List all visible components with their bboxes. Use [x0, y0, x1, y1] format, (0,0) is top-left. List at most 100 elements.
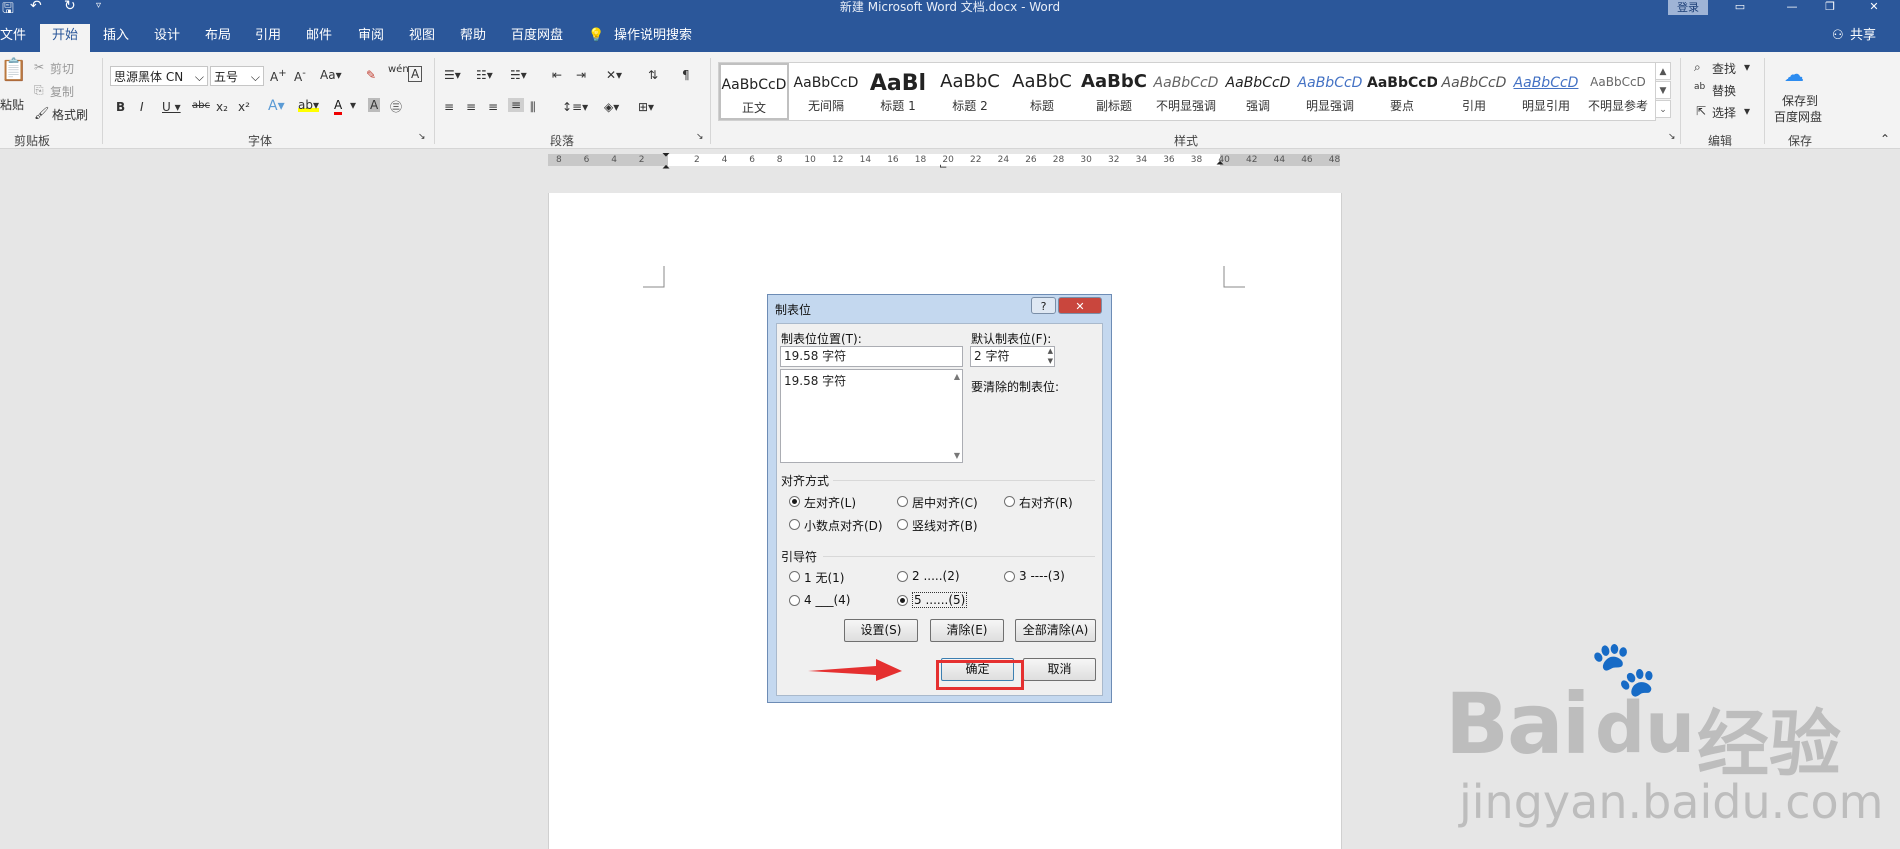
clear-button[interactable]: 清除(E)	[930, 619, 1004, 642]
leader-middle-dots-label[interactable]: 5 ......(5)	[912, 592, 968, 608]
numbering-icon[interactable]: ☷▾	[476, 68, 493, 82]
superscript-icon[interactable]: x²	[238, 100, 250, 114]
gallery-more-icon[interactable]: ⌄	[1655, 100, 1671, 118]
style-quote[interactable]: AaBbCcD 引用	[1439, 63, 1509, 120]
align-left-icon[interactable]: ≡	[444, 100, 454, 114]
radio-leader-middle-dots[interactable]	[897, 595, 908, 606]
tab-stop-marker-icon[interactable]: ⌙	[939, 161, 947, 172]
format-painter-button[interactable]: 格式刷	[52, 106, 88, 123]
default-tab-stepper[interactable]: 2 字符 ▲ ▼	[970, 346, 1055, 367]
scroll-down-icon[interactable]: ▼	[954, 451, 960, 460]
font-family-combo[interactable]: 思源黑体 CN ⌵	[110, 66, 208, 86]
tab-insert[interactable]: 插入	[103, 28, 129, 44]
tab-layout[interactable]: 布局	[205, 28, 231, 44]
tab-position-input[interactable]: 19.58 字符	[780, 346, 963, 367]
radio-align-center[interactable]	[897, 496, 908, 507]
leader-underline-label[interactable]: 4 ___(4)	[804, 593, 850, 607]
tab-home[interactable]: 开始	[40, 24, 91, 52]
style-subtitle[interactable]: AaBbC 副标题	[1079, 63, 1149, 120]
copy-icon[interactable]: ⎘	[34, 83, 44, 98]
close-icon[interactable]: ✕	[1058, 297, 1102, 314]
login-button[interactable]: 登录	[1668, 0, 1708, 15]
share-button[interactable]: 共享	[1850, 28, 1876, 44]
dialog-launcher-icon[interactable]: ↘	[696, 132, 704, 142]
bold-icon[interactable]: B	[116, 100, 125, 114]
tab-references[interactable]: 引用	[255, 28, 281, 44]
shading-icon[interactable]: ◈▾	[604, 100, 619, 114]
horizontal-ruler[interactable]: 8 6 4 2 2 4 6 8 10 12 14 16 18 20 22 24 26 28 30 32 34 36 38 40…	[548, 150, 1340, 173]
gallery-down-icon[interactable]: ▼	[1655, 81, 1671, 99]
radio-leader-none[interactable]	[789, 571, 800, 582]
copy-button[interactable]: 复制	[50, 83, 74, 100]
radio-align-bar[interactable]	[897, 519, 908, 530]
cut-button[interactable]: 剪切	[50, 60, 74, 77]
tell-me-search[interactable]: 操作说明搜索	[614, 28, 692, 44]
align-right-label[interactable]: 右对齐(R)	[1019, 494, 1073, 511]
gallery-up-icon[interactable]: ▲	[1655, 62, 1671, 80]
list-item[interactable]: 19.58 字符	[784, 372, 846, 389]
spin-down-icon[interactable]: ▼	[1048, 357, 1053, 366]
chevron-down-icon[interactable]: ▾	[1744, 104, 1750, 118]
style-emphasis[interactable]: AaBbCcD 强调	[1223, 63, 1293, 120]
font-color-icon[interactable]: A	[334, 98, 343, 115]
enclose-char-icon[interactable]: ㊂	[390, 98, 402, 115]
style-heading-1[interactable]: AaBl 标题 1	[863, 63, 933, 120]
multilevel-list-icon[interactable]: ☵▾	[510, 68, 527, 82]
tab-mailings[interactable]: 邮件	[306, 28, 332, 44]
clear-format-icon[interactable]: ✎	[366, 68, 376, 82]
align-center-label[interactable]: 居中对齐(C)	[912, 494, 978, 511]
align-right-icon[interactable]: ≡	[488, 100, 498, 114]
leader-none-label[interactable]: 1 无(1)	[804, 569, 844, 586]
find-button[interactable]: 查找	[1712, 60, 1736, 77]
leader-dashes-label[interactable]: 3 ----(3)	[1019, 569, 1065, 583]
paste-button[interactable]: 粘贴	[0, 96, 24, 113]
style-subtle-emphasis[interactable]: AaBbCcD 不明显强调	[1151, 63, 1221, 120]
tab-file[interactable]: 文件	[0, 28, 26, 44]
tab-position-list[interactable]: 19.58 字符 ▲ ▼	[780, 369, 963, 463]
change-case-icon[interactable]: Aa▾	[320, 68, 342, 82]
minimize-icon[interactable]: —	[1782, 0, 1802, 13]
grow-font-icon[interactable]: A+	[270, 68, 287, 84]
radio-align-right[interactable]	[1004, 496, 1015, 507]
set-button[interactable]: 设置(S)	[844, 619, 918, 642]
increase-indent-icon[interactable]: ⇥	[576, 68, 586, 82]
baidu-netdisk-label[interactable]: 百度网盘	[1774, 108, 1822, 125]
style-heading-2[interactable]: AaBbC 标题 2	[935, 63, 1005, 120]
spin-up-icon[interactable]: ▲	[1048, 347, 1053, 356]
chevron-down-icon[interactable]: ▾	[1744, 60, 1750, 74]
radio-align-decimal[interactable]	[789, 519, 800, 530]
select-icon[interactable]: ⇱	[1696, 104, 1706, 118]
borders-icon[interactable]: ⊞▾	[638, 100, 654, 114]
radio-align-left[interactable]	[789, 496, 800, 507]
highlight-icon[interactable]: ab▾	[298, 98, 319, 112]
strikethrough-icon[interactable]: abc	[192, 100, 210, 111]
style-strong[interactable]: AaBbCcD 要点	[1367, 63, 1437, 120]
line-spacing-icon[interactable]: ↕≡▾	[562, 100, 588, 114]
replace-button[interactable]: 替换	[1712, 82, 1736, 99]
style-no-spacing[interactable]: AaBbCcD 无间隔	[791, 63, 861, 120]
style-subtle-reference[interactable]: AaBbCcD 不明显参考	[1583, 63, 1653, 120]
sort-icon[interactable]: ⇅	[648, 68, 658, 82]
find-icon[interactable]: ⌕	[1694, 60, 1701, 75]
radio-leader-dashes[interactable]	[1004, 571, 1015, 582]
replace-icon[interactable]: ab	[1694, 82, 1705, 92]
style-intense-quote[interactable]: AaBbCcD 明显引用	[1511, 63, 1581, 120]
dialog-launcher-icon[interactable]: ↘	[1668, 132, 1676, 142]
ribbon-display-icon[interactable]: ▭	[1730, 0, 1750, 13]
subscript-icon[interactable]: x₂	[216, 100, 228, 114]
cancel-button[interactable]: 取消	[1023, 658, 1096, 681]
restore-icon[interactable]: ❐	[1820, 0, 1840, 13]
italic-icon[interactable]: I	[140, 100, 144, 114]
underline-icon[interactable]: U ▾	[162, 100, 181, 114]
select-button[interactable]: 选择	[1712, 104, 1736, 121]
tab-baidu-netdisk[interactable]: 百度网盘	[511, 28, 563, 44]
align-decimal-label[interactable]: 小数点对齐(D)	[804, 517, 883, 534]
dialog-launcher-icon[interactable]: ↘	[418, 132, 426, 142]
font-size-combo[interactable]: 五号 ⌵	[210, 66, 264, 86]
dialog-titlebar[interactable]: 制表位 ? ✕	[768, 295, 1111, 319]
text-effects-icon[interactable]: A▾	[268, 98, 285, 114]
scroll-up-icon[interactable]: ▲	[954, 372, 960, 381]
style-title[interactable]: AaBbC 标题	[1007, 63, 1077, 120]
leader-dots-label[interactable]: 2 .....(2)	[912, 569, 960, 583]
align-bar-label[interactable]: 竖线对齐(B)	[912, 517, 978, 534]
